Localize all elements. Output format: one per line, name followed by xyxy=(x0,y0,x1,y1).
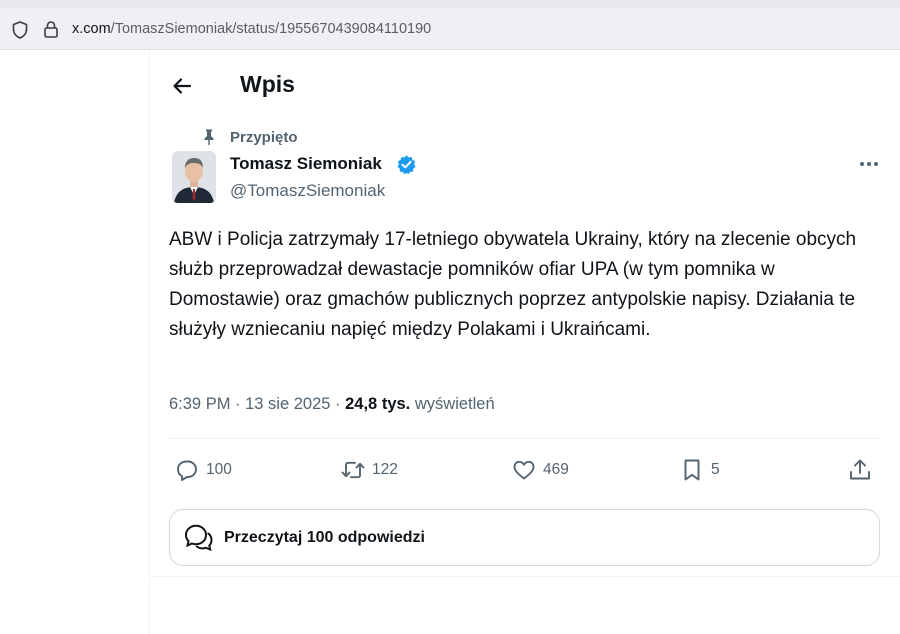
tweet-meta: 6:39 PM · 13 sie 2025 · 24,8 tys. wyświe… xyxy=(169,395,495,413)
bookmark-count: 5 xyxy=(711,461,720,478)
browser-tabstrip xyxy=(0,0,900,8)
share-button[interactable] xyxy=(847,456,879,484)
url-host: x.com xyxy=(72,21,111,37)
speech-bubbles-icon xyxy=(184,524,213,551)
views-count: 24,8 tys. xyxy=(345,395,411,413)
shield-icon[interactable] xyxy=(10,20,30,40)
arrow-left-icon xyxy=(173,78,192,94)
tweet-date[interactable]: 13 sie 2025 xyxy=(245,395,330,413)
tweet-time[interactable]: 6:39 PM xyxy=(169,395,230,413)
reply-icon xyxy=(177,460,197,481)
more-options-button[interactable] xyxy=(855,154,883,174)
read-replies-label: Przeczytaj 100 odpowiedzi xyxy=(224,528,425,546)
heart-icon xyxy=(513,460,535,480)
avatar[interactable] xyxy=(172,151,216,203)
bookmark-icon xyxy=(684,459,700,481)
author-handle[interactable]: @TomaszSiemoniak xyxy=(230,181,385,201)
divider xyxy=(149,576,900,577)
retweet-icon xyxy=(341,461,365,479)
more-dots-icon xyxy=(860,162,878,166)
author-name[interactable]: Tomasz Siemoniak xyxy=(230,154,382,174)
pinned-indicator: Przypięto xyxy=(200,128,298,146)
read-replies-button[interactable]: Przeczytaj 100 odpowiedzi xyxy=(169,509,880,566)
address-bar[interactable]: x.com/TomaszSiemoniak/status/19556704390… xyxy=(0,8,900,50)
reply-button[interactable]: 100 xyxy=(174,456,232,484)
pinned-label: Przypięto xyxy=(230,128,298,146)
like-button[interactable]: 469 xyxy=(511,456,569,484)
reply-count: 100 xyxy=(206,461,232,478)
page-title: Wpis xyxy=(240,71,295,97)
lock-icon[interactable] xyxy=(41,19,61,39)
divider xyxy=(169,438,880,439)
back-button[interactable] xyxy=(165,70,199,102)
retweet-count: 122 xyxy=(372,461,398,478)
retweet-button[interactable]: 122 xyxy=(340,456,398,484)
pin-icon xyxy=(204,129,214,145)
url-text[interactable]: x.com/TomaszSiemoniak/status/19556704390… xyxy=(72,21,431,37)
share-icon xyxy=(850,459,870,480)
bookmark-button[interactable]: 5 xyxy=(679,456,720,484)
verified-badge-icon xyxy=(397,155,416,175)
views-label: wyświetleń xyxy=(414,395,495,413)
url-path: /TomaszSiemoniak/status/1955670439084110… xyxy=(110,21,432,37)
like-count: 469 xyxy=(543,461,569,478)
tweet-text: ABW i Policja zatrzymały 17-letniego oby… xyxy=(169,229,857,340)
